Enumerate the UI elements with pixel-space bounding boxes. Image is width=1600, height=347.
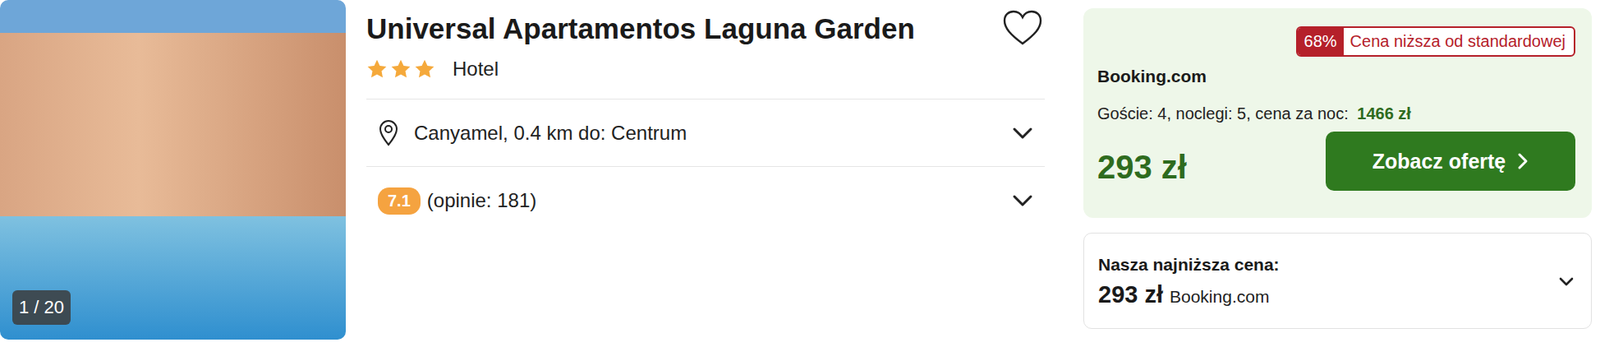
hotel-type: Hotel bbox=[452, 57, 499, 81]
photo-counter: 1 / 20 bbox=[12, 289, 71, 325]
stars-row: Hotel bbox=[366, 57, 1045, 100]
star-icon bbox=[413, 58, 436, 80]
location-text: Canyamel, 0.4 km do: Centrum bbox=[413, 121, 1012, 145]
price-column: 68% Cena niższa od standardowej Booking.… bbox=[1083, 8, 1592, 342]
discount-badge: 68% Cena niższa od standardowej bbox=[1296, 26, 1576, 57]
lowest-provider: Booking.com bbox=[1169, 286, 1269, 307]
star-icon bbox=[366, 58, 388, 80]
chevron-down-icon[interactable] bbox=[1558, 275, 1575, 287]
offer-provider: Booking.com bbox=[1097, 66, 1576, 87]
star-icon bbox=[390, 58, 412, 80]
location-pin-icon bbox=[377, 119, 400, 147]
hotel-info: Universal Apartamentos Laguna Garden Hot… bbox=[366, 0, 1045, 342]
hotel-photo[interactable]: 1 / 20 bbox=[0, 0, 346, 340]
offer-price: 293 zł bbox=[1097, 137, 1187, 186]
location-row[interactable]: Canyamel, 0.4 km do: Centrum bbox=[366, 99, 1045, 167]
rating-row[interactable]: 7.1 (opinie: 181) bbox=[366, 166, 1045, 235]
rating-badge: 7.1 bbox=[377, 187, 421, 215]
heart-icon[interactable] bbox=[1002, 9, 1044, 47]
offer-panel: 68% Cena niższa od standardowej Booking.… bbox=[1083, 8, 1592, 218]
offer-details: Goście: 4, noclegi: 5, cena za noc: 1466… bbox=[1097, 104, 1576, 124]
lowest-price-card[interactable]: Nasza najniższa cena: 293 zł Booking.com bbox=[1083, 232, 1592, 329]
chevron-down-icon[interactable] bbox=[1011, 193, 1034, 207]
see-offer-button[interactable]: Zobacz ofertę bbox=[1325, 131, 1576, 191]
lowest-price-label: Nasza najniższa cena: bbox=[1098, 254, 1280, 275]
hotel-name[interactable]: Universal Apartamentos Laguna Garden bbox=[366, 9, 915, 48]
lowest-price: 293 zł bbox=[1098, 280, 1164, 309]
hotel-card: 1 / 20 Universal Apartamentos Laguna Gar… bbox=[0, 0, 1600, 342]
review-count: (opinie: 181) bbox=[427, 188, 1012, 212]
chevron-right-icon bbox=[1517, 151, 1529, 171]
chevron-down-icon[interactable] bbox=[1011, 126, 1034, 140]
